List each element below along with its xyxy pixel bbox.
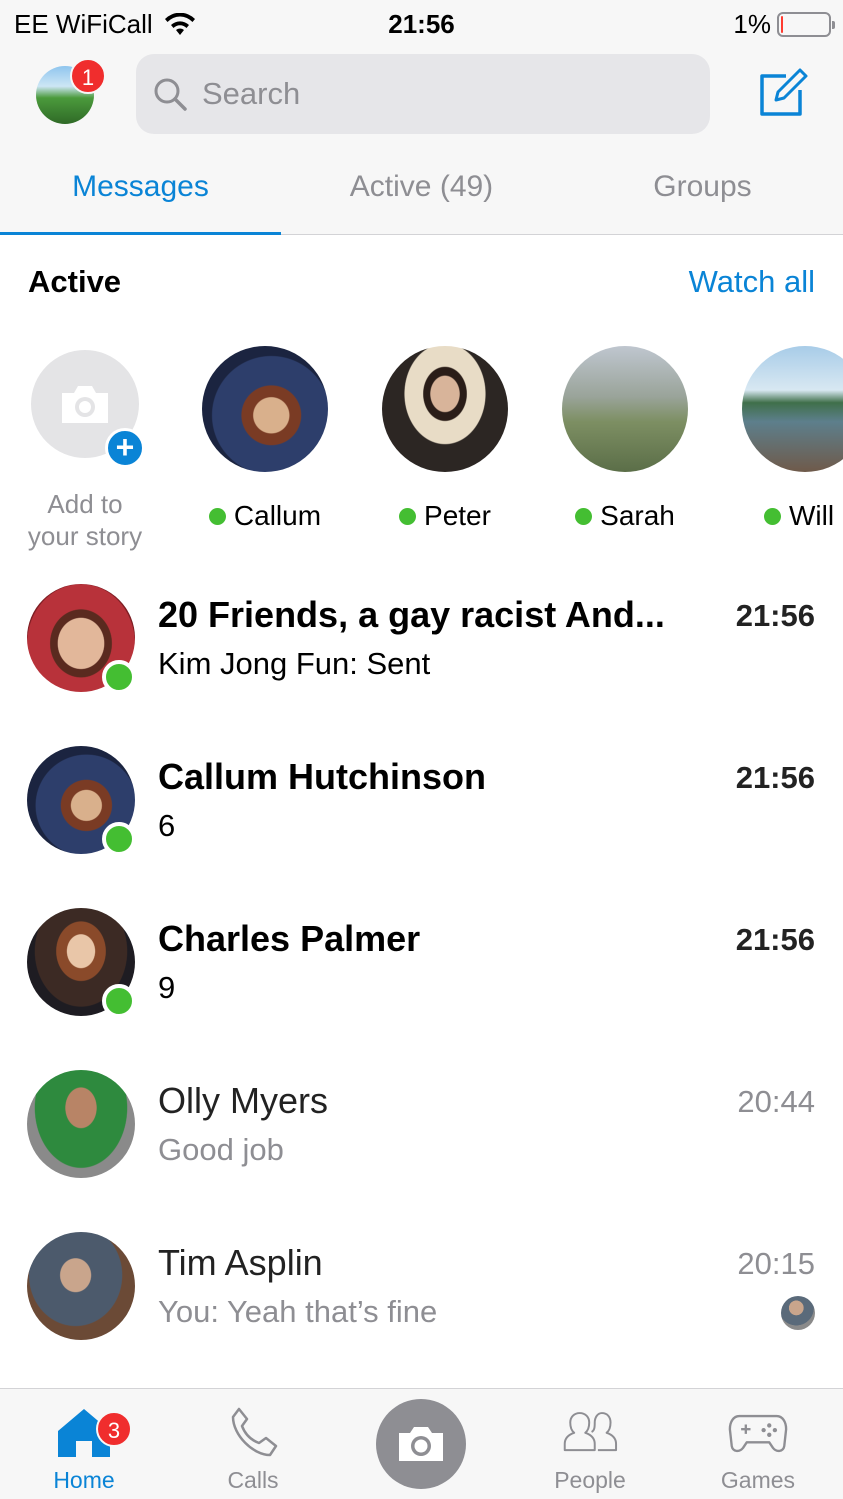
nav-games-label: Games (720, 1467, 796, 1493)
conversation-name: 20 Friends, a gay racist And... (158, 594, 665, 635)
nav-home[interactable]: 3 Home (14, 1403, 154, 1494)
story-name-text: Will (789, 500, 835, 531)
search-input[interactable] (202, 76, 682, 112)
nav-people[interactable]: People (520, 1403, 660, 1494)
conversation-time: 20:44 (737, 1084, 815, 1119)
search-bar[interactable] (136, 54, 710, 134)
nav-people-label: People (554, 1467, 626, 1493)
gamepad-icon (728, 1414, 788, 1453)
bottom-nav: 3 Home Calls People Games (0, 1388, 843, 1499)
conversation-row[interactable]: Callum Hutchinson 6 21:56 (0, 746, 843, 908)
conversation-name: Charles Palmer (158, 918, 421, 959)
story-callum[interactable]: Callum (202, 346, 328, 532)
nav-calls-label: Calls (227, 1467, 279, 1493)
tab-messages[interactable]: Messages (0, 156, 281, 235)
conversation-row[interactable]: Charles Palmer 9 21:56 (0, 908, 843, 1070)
active-tab-indicator (0, 232, 281, 235)
plus-icon: + (105, 428, 145, 468)
compose-icon[interactable] (756, 66, 810, 120)
profile-notification-badge: 1 (70, 58, 106, 94)
camera-icon (399, 1427, 443, 1461)
add-story-label-line2: your story (27, 521, 143, 551)
battery-indicator: 1% (733, 9, 835, 40)
avatar (742, 346, 843, 472)
avatar (27, 1232, 135, 1340)
conversation-preview: 9 (158, 970, 176, 1005)
avatar (562, 346, 688, 472)
conversation-row[interactable]: 20 Friends, a gay racist And... Kim Jong… (0, 584, 843, 746)
add-story-button[interactable]: + Add to your story (10, 350, 160, 552)
story-name: Peter (382, 500, 508, 532)
story-name-text: Peter (424, 500, 491, 531)
conversation-preview: Kim Jong Fun: Sent (158, 646, 431, 681)
status-bar: EE WiFiCall 21:56 1% (0, 0, 843, 46)
online-indicator (764, 507, 781, 525)
watch-all-link[interactable]: Watch all (689, 264, 815, 300)
battery-level (781, 16, 783, 33)
online-indicator (575, 507, 593, 525)
conversation-preview: You: Yeah that’s fine (158, 1294, 438, 1329)
story-name: Sarah (562, 500, 688, 532)
story-sarah[interactable]: Sarah (562, 346, 688, 532)
online-indicator (102, 984, 136, 1018)
seen-receipt-avatar (781, 1296, 815, 1330)
conversation-time: 20:15 (737, 1246, 815, 1281)
avatar (27, 1070, 135, 1178)
home-notification-badge: 3 (96, 1411, 132, 1447)
search-icon (154, 78, 187, 111)
conversation-name: Tim Asplin (158, 1242, 323, 1283)
online-indicator (399, 507, 417, 525)
phone-icon (231, 1407, 278, 1457)
active-heading: Active (28, 264, 122, 299)
conversation-preview: Good job (158, 1132, 284, 1167)
add-story-label: Add to your story (10, 488, 160, 552)
story-name: Callum (202, 500, 328, 532)
tab-active[interactable]: Active (49) (281, 156, 562, 235)
battery-percent: 1% (733, 9, 771, 39)
online-indicator (102, 822, 136, 856)
story-name: Will (742, 500, 843, 532)
nav-games[interactable]: Games (688, 1403, 828, 1494)
online-indicator (102, 660, 136, 694)
story-name-text: Sarah (600, 500, 675, 531)
nav-calls[interactable]: Calls (183, 1403, 323, 1494)
conversation-preview: 6 (158, 808, 176, 843)
add-story-circle: + (31, 350, 145, 468)
avatar (382, 346, 508, 472)
camera-button[interactable] (376, 1399, 466, 1489)
conversation-time: 21:56 (735, 760, 815, 795)
story-will[interactable]: Will (742, 346, 843, 532)
status-time: 21:56 (388, 9, 455, 39)
header: 1 (0, 46, 843, 156)
conversation-row[interactable]: Tim Asplin You: Yeah that’s fine 20:15 (0, 1232, 843, 1394)
avatar (202, 346, 328, 472)
battery-icon (777, 12, 835, 37)
story-name-text: Callum (233, 500, 322, 531)
people-icon (563, 1412, 618, 1452)
conversation-time: 21:56 (735, 922, 815, 957)
nav-home-label: Home (53, 1467, 115, 1493)
tab-groups[interactable]: Groups (562, 156, 843, 235)
online-indicator (208, 507, 226, 525)
conversation-name: Olly Myers (158, 1080, 328, 1121)
conversation-name: Callum Hutchinson (158, 756, 487, 797)
conversation-time: 21:56 (735, 598, 815, 633)
add-story-label-line1: Add to (47, 489, 123, 519)
story-peter[interactable]: Peter (382, 346, 508, 532)
tab-bar: Messages Active (49) Groups (0, 156, 843, 235)
conversation-row[interactable]: Olly Myers Good job 20:44 (0, 1070, 843, 1232)
camera-icon (62, 386, 108, 423)
